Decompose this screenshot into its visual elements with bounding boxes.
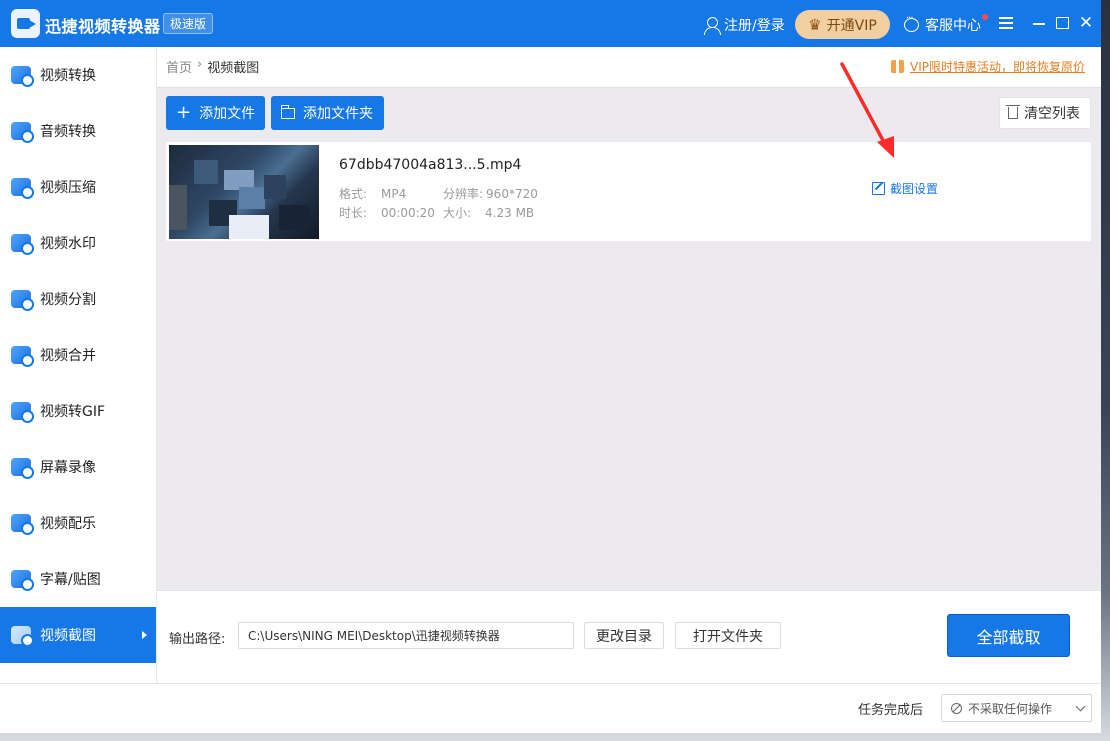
- customer-service-label: 客服中心: [925, 18, 981, 34]
- footer-bar: [0, 683, 1101, 733]
- screenshot-settings-button[interactable]: 截图设置: [872, 180, 938, 197]
- after-task-value: 不采取任何操作: [968, 701, 1053, 716]
- trash-icon: [1006, 105, 1020, 119]
- sidebar-item-label: 视频合并: [40, 348, 96, 364]
- duration-value: 00:00:20: [381, 206, 435, 220]
- sidebar-item-label: 视频配乐: [40, 516, 96, 532]
- video-watermark-icon: [11, 234, 34, 255]
- add-folder-label: 添加文件夹: [303, 106, 373, 122]
- file-row: [166, 142, 1091, 241]
- video-thumbnail: [169, 145, 319, 239]
- sidebar-item-label: 视频转GIF: [40, 404, 106, 420]
- video-gif-icon: [11, 402, 34, 423]
- add-folder-button[interactable]: 添加文件夹: [271, 96, 384, 130]
- screen-record-icon: [11, 458, 34, 479]
- sidebar-item-label: 视频水印: [40, 236, 96, 252]
- video-screenshot-icon: [11, 626, 34, 647]
- sidebar-item-label: 屏幕录像: [40, 460, 96, 476]
- sidebar: 视频转换 音频转换 视频压缩 视频水印 视频分割 视频合并 视频转GIF 屏幕录…: [0, 47, 157, 683]
- open-folder-button[interactable]: 打开文件夹: [675, 622, 781, 649]
- sidebar-item-label: 字幕/贴图: [40, 572, 101, 588]
- video-music-icon: [11, 514, 34, 535]
- folder-icon: [280, 104, 295, 119]
- annotation-arrow: [840, 62, 894, 158]
- subtitle-icon: [11, 570, 34, 591]
- size-label: 大小:: [443, 206, 472, 220]
- ban-icon: [951, 702, 962, 714]
- crown-icon: ♛: [808, 15, 822, 34]
- vip-label: 开通VIP: [826, 17, 877, 34]
- size-value: 4.23 MB: [485, 206, 535, 220]
- sidebar-item-video-gif[interactable]: 视频转GIF: [0, 383, 156, 439]
- sidebar-item-video-split[interactable]: 视频分割: [0, 271, 156, 327]
- video-merge-icon: [11, 346, 34, 367]
- clear-list-button[interactable]: 清空列表: [999, 97, 1091, 129]
- after-task-select[interactable]: 不采取任何操作: [941, 694, 1092, 722]
- sidebar-item-label: 视频转换: [40, 68, 96, 84]
- chat-icon: [904, 13, 919, 32]
- sidebar-item-subtitle[interactable]: 字幕/贴图: [0, 551, 156, 607]
- sidebar-item-label: 视频截图: [40, 628, 96, 644]
- video-split-icon: [11, 290, 34, 311]
- file-resolution: 分辨率: 960*720: [443, 185, 538, 202]
- user-icon: [704, 16, 721, 35]
- sidebar-item-label: 视频分割: [40, 292, 96, 308]
- breadcrumb: 首页 › 视频截图: [166, 57, 259, 76]
- sidebar-item-video-watermark[interactable]: 视频水印: [0, 215, 156, 271]
- sidebar-item-screen-record[interactable]: 屏幕录像: [0, 439, 156, 495]
- sidebar-item-label: 视频压缩: [40, 180, 96, 196]
- sidebar-item-video-music[interactable]: 视频配乐: [0, 495, 156, 551]
- sidebar-item-video-convert[interactable]: 视频转换: [0, 47, 156, 103]
- promo-text: VIP限时特惠活动，即将恢复原价: [910, 60, 1085, 74]
- audio-convert-icon: [11, 122, 34, 143]
- breadcrumb-separator: ›: [197, 57, 203, 72]
- sidebar-item-video-merge[interactable]: 视频合并: [0, 327, 156, 383]
- vip-button[interactable]: ♛ 开通VIP: [795, 10, 890, 39]
- output-path-label: 输出路径:: [169, 632, 226, 647]
- menu-icon[interactable]: [997, 13, 1017, 33]
- edition-badge: 极速版: [163, 13, 214, 34]
- title-bar: 迅捷视频转换器 极速版 注册/登录 ♛ 开通VIP 客服中心 ✕: [0, 0, 1101, 47]
- add-file-button[interactable]: + 添加文件: [166, 96, 265, 130]
- output-path-input[interactable]: [238, 622, 574, 649]
- notification-dot: [982, 14, 988, 20]
- login-label: 注册/登录: [724, 18, 785, 34]
- login-link[interactable]: 注册/登录: [704, 14, 785, 36]
- edit-icon: [872, 182, 885, 195]
- capture-all-button[interactable]: 全部截取: [947, 614, 1070, 657]
- format-value: MP4: [381, 187, 407, 201]
- breadcrumb-current: 视频截图: [207, 61, 260, 76]
- video-compress-icon: [11, 178, 34, 199]
- change-directory-button[interactable]: 更改目录: [584, 622, 664, 649]
- format-label: 格式:: [339, 187, 368, 201]
- close-icon[interactable]: ✕: [1076, 13, 1096, 33]
- sidebar-item-label: 音频转换: [40, 124, 96, 140]
- minimize-icon[interactable]: [1030, 13, 1050, 33]
- video-convert-icon: [11, 66, 34, 87]
- after-task-label: 任务完成后: [858, 703, 924, 718]
- clear-list-label: 清空列表: [1024, 106, 1080, 122]
- duration-label: 时长:: [339, 206, 368, 220]
- resolution-value: 960*720: [486, 187, 538, 201]
- sidebar-item-video-compress[interactable]: 视频压缩: [0, 159, 156, 215]
- customer-service-link[interactable]: 客服中心: [904, 13, 981, 36]
- file-format: 格式: MP4: [339, 185, 406, 202]
- file-size: 大小: 4.23 MB: [443, 204, 534, 221]
- sidebar-item-video-screenshot[interactable]: 视频截图: [0, 607, 156, 663]
- add-file-label: 添加文件: [199, 106, 256, 122]
- breadcrumb-home[interactable]: 首页: [166, 57, 192, 76]
- promo-link[interactable]: VIP限时特惠活动，即将恢复原价: [891, 58, 1085, 75]
- plus-icon: +: [176, 102, 192, 123]
- resolution-label: 分辨率:: [443, 187, 484, 201]
- app-window: 迅捷视频转换器 极速版 注册/登录 ♛ 开通VIP 客服中心 ✕ 视频转换 音频…: [0, 0, 1101, 733]
- file-name: 67dbb47004a813...5.mp4: [339, 157, 522, 173]
- maximize-icon[interactable]: [1053, 13, 1073, 33]
- chevron-down-icon: [1075, 701, 1086, 712]
- screenshot-settings-label: 截图设置: [890, 182, 939, 196]
- app-title: 迅捷视频转换器: [45, 17, 161, 36]
- file-duration: 时长: 00:00:20: [339, 204, 435, 221]
- sidebar-item-audio-convert[interactable]: 音频转换: [0, 103, 156, 159]
- app-logo-icon: [11, 9, 40, 38]
